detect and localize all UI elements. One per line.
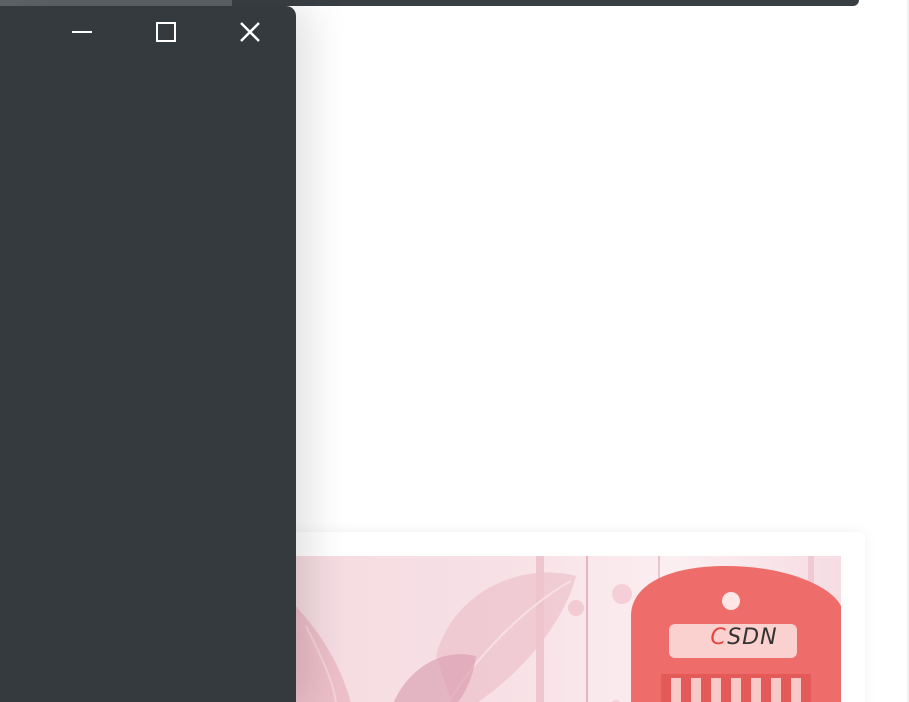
window-controls — [40, 12, 292, 52]
minimize-button[interactable] — [40, 12, 124, 52]
csdn-logo: CSDN — [698, 623, 790, 653]
close-icon — [240, 22, 260, 42]
desktop-screen: CSDN — [0, 0, 909, 702]
maximize-icon — [156, 22, 176, 42]
minimize-icon — [72, 31, 92, 33]
csdn-banner-image[interactable]: CSDN — [286, 556, 841, 702]
csdn-logo-letters: SDN — [727, 625, 778, 650]
banner-card: CSDN — [262, 532, 865, 702]
background-window-top-edge — [232, 0, 859, 6]
maximize-button[interactable] — [124, 12, 208, 52]
csdn-logo-letter-c: C — [710, 625, 728, 650]
dark-app-window — [0, 6, 296, 702]
close-button[interactable] — [208, 12, 292, 52]
